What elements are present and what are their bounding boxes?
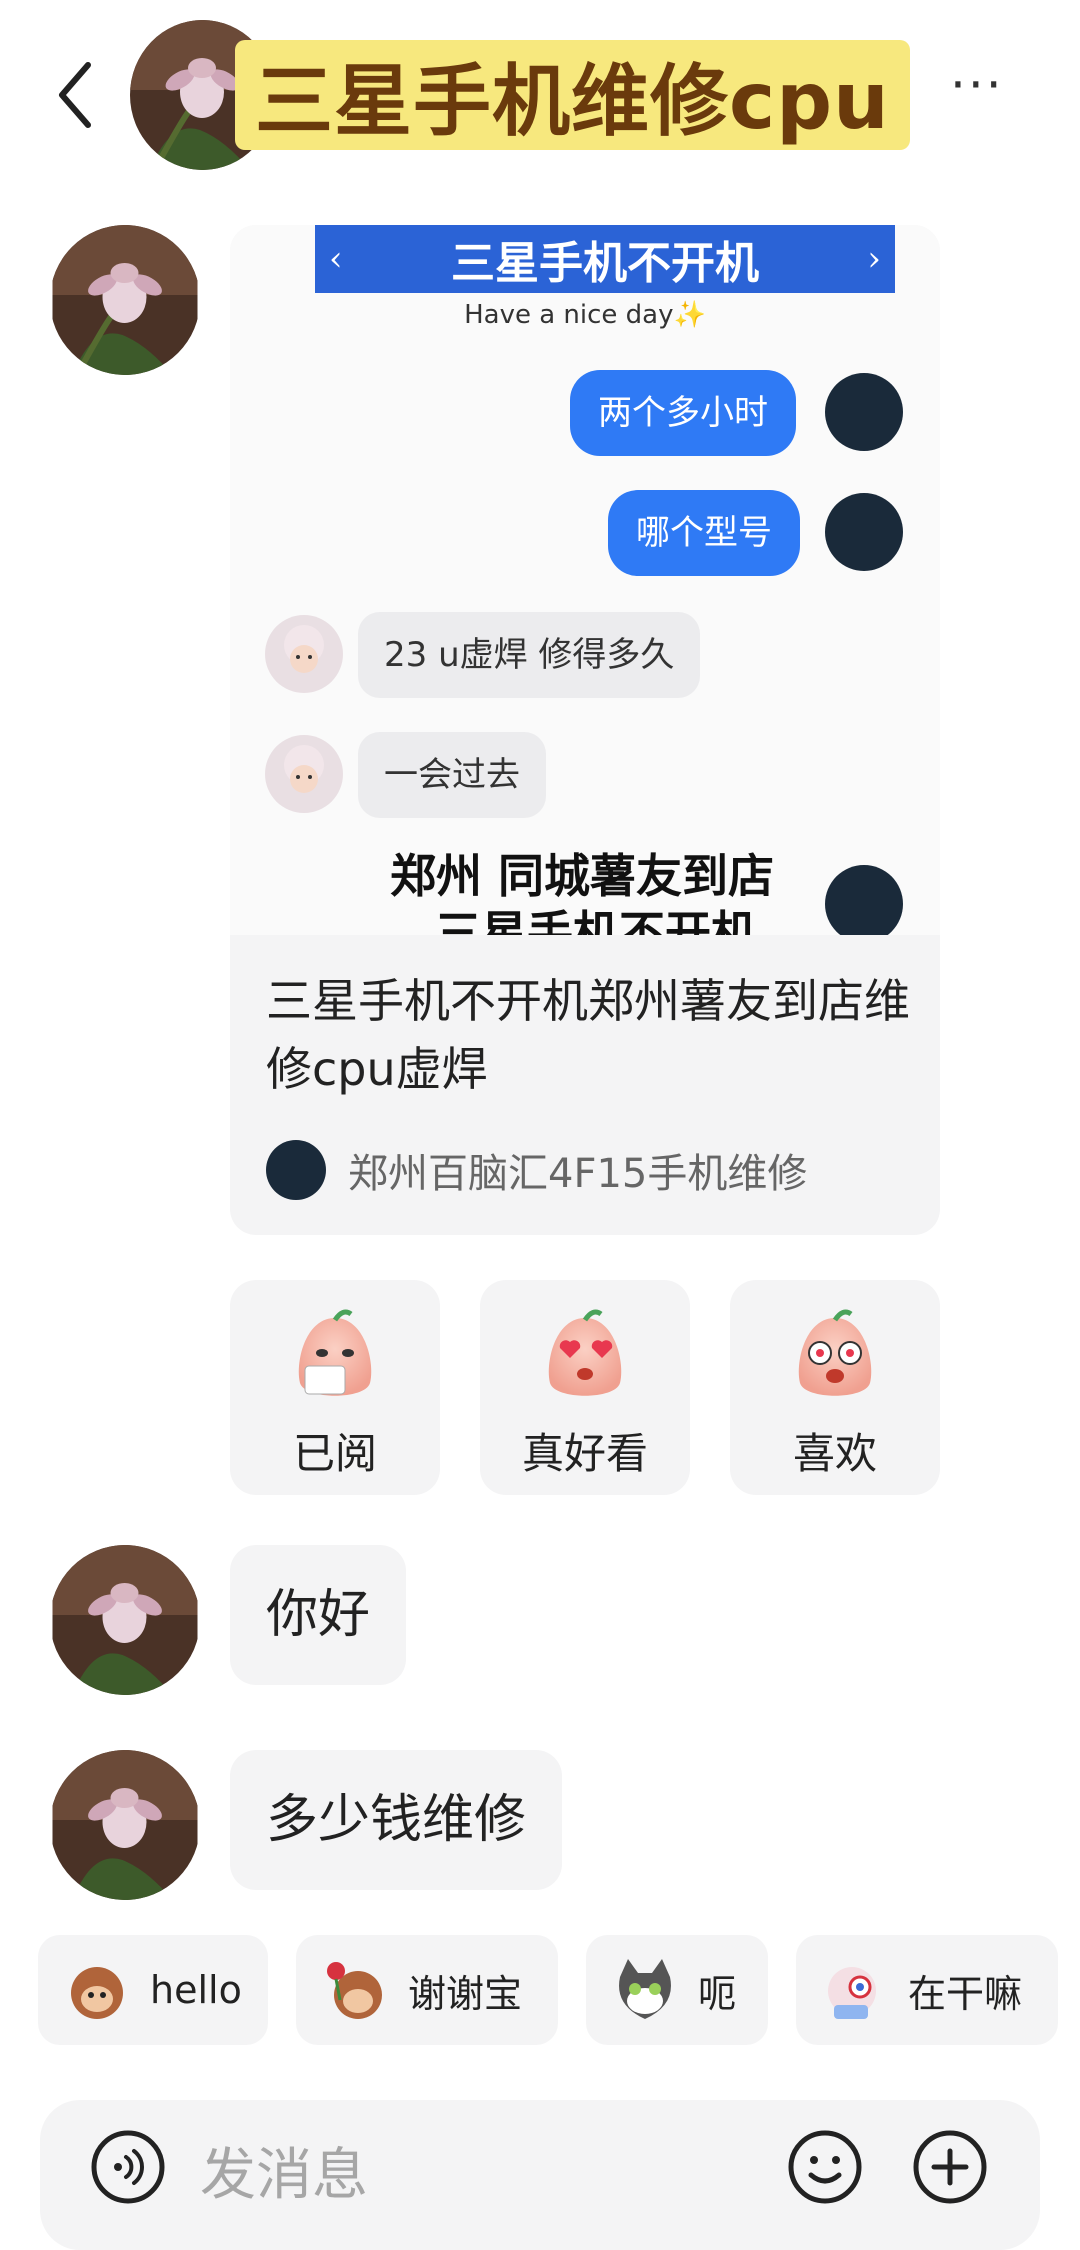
- user-avatar-icon: [265, 615, 343, 693]
- shared-note-card[interactable]: ‹ 三星手机不开机 › Have a nice day✨ 两个多小时 哪个型号 …: [230, 225, 940, 1235]
- store-avatar-icon: [825, 373, 903, 451]
- sender-avatar[interactable]: [50, 225, 200, 375]
- cover-bubble-right: 两个多小时: [570, 370, 796, 456]
- quick-reply-awkward[interactable]: 呃: [586, 1935, 768, 2045]
- store-avatar-icon: [825, 865, 903, 935]
- message-bubble[interactable]: 你好: [230, 1545, 407, 1685]
- chevron-left-icon: [59, 62, 91, 128]
- cover-bubble-right: 哪个型号: [608, 490, 800, 576]
- monkey-wave-icon: [71, 1967, 123, 2019]
- cat-awkward-icon: [619, 1959, 671, 2019]
- orchid-avatar-icon: [52, 225, 198, 375]
- user-avatar-icon: [265, 735, 343, 813]
- peach-reading-emoji-icon: [298, 1309, 372, 1396]
- chat-title: 三星手机维修cpu: [255, 57, 890, 147]
- cover-subtitle: Have a nice day✨: [464, 300, 706, 330]
- cover-overlay-line2: 三星手机不开机: [435, 906, 757, 935]
- reaction-label: 已阅: [292, 1429, 377, 1478]
- cover-banner-text: 三星手机不开机: [451, 238, 759, 289]
- note-author: 郑州百脑汇4F15手机维修: [266, 1140, 807, 1200]
- monkey-rose-icon: [327, 1962, 382, 2019]
- more-dots-icon: ···: [950, 56, 1004, 114]
- sender-avatar[interactable]: [50, 1750, 200, 1900]
- store-avatar-icon: [825, 493, 903, 571]
- reaction-like[interactable]: 喜欢: [730, 1280, 940, 1495]
- message-input-bar: 发消息: [40, 2100, 1040, 2250]
- quick-reply-thanks[interactable]: 谢谢宝: [296, 1935, 558, 2045]
- plus-icon: [913, 2130, 987, 2204]
- cover-bubble-left: 一会过去: [358, 732, 546, 818]
- message-bubble[interactable]: 多少钱维修: [230, 1750, 563, 1890]
- sender-avatar[interactable]: [50, 1545, 200, 1695]
- add-attachment-button[interactable]: [910, 2127, 990, 2207]
- orchid-avatar-icon: [52, 1750, 198, 1900]
- voice-button[interactable]: [88, 2127, 168, 2207]
- cover-bubble-left: 23 u虚焊 修得多久: [358, 612, 701, 698]
- banner-right-arrow: ›: [867, 239, 881, 279]
- banner-left-arrow: ‹: [329, 239, 343, 279]
- quick-reply-label: 谢谢宝: [408, 1971, 523, 2016]
- quick-reply-label: 呃: [698, 1971, 737, 2016]
- note-title: 三星手机不开机郑州薯友到店维修cpu虚焊: [266, 974, 910, 1096]
- voice-wave-icon: [91, 2130, 165, 2204]
- peach-heart-eyes-emoji-icon: [548, 1309, 622, 1396]
- note-cover-image: ‹ 三星手机不开机 › Have a nice day✨ 两个多小时 哪个型号 …: [230, 225, 940, 935]
- smiley-icon: [788, 2130, 862, 2204]
- reaction-label: 喜欢: [792, 1429, 877, 1478]
- orchid-avatar-icon: [52, 1545, 198, 1695]
- quick-reply-what-doing[interactable]: 在干嘛: [796, 1935, 1058, 2045]
- back-button[interactable]: [40, 55, 110, 135]
- reaction-looks-good[interactable]: 真好看: [480, 1280, 690, 1495]
- cover-banner: ‹ 三星手机不开机 ›: [315, 225, 895, 293]
- author-avatar-icon: [266, 1140, 326, 1200]
- quick-reply-label: hello: [150, 1968, 242, 2012]
- peach-star-eyes-emoji-icon: [798, 1309, 872, 1396]
- quick-reply-label: 在干嘛: [908, 1971, 1023, 2016]
- peeking-character-icon: [828, 1967, 876, 2019]
- more-options-button[interactable]: ···: [950, 60, 1020, 120]
- reaction-read[interactable]: 已阅: [230, 1280, 440, 1495]
- quick-reply-hello[interactable]: hello: [38, 1935, 268, 2045]
- emoji-button[interactable]: [785, 2127, 865, 2207]
- reaction-label: 真好看: [521, 1429, 648, 1478]
- chat-title-highlight: 三星手机维修cpu: [235, 40, 910, 150]
- author-name: 郑州百脑汇4F15手机维修: [348, 1151, 808, 1197]
- message-input[interactable]: 发消息: [200, 2130, 368, 2211]
